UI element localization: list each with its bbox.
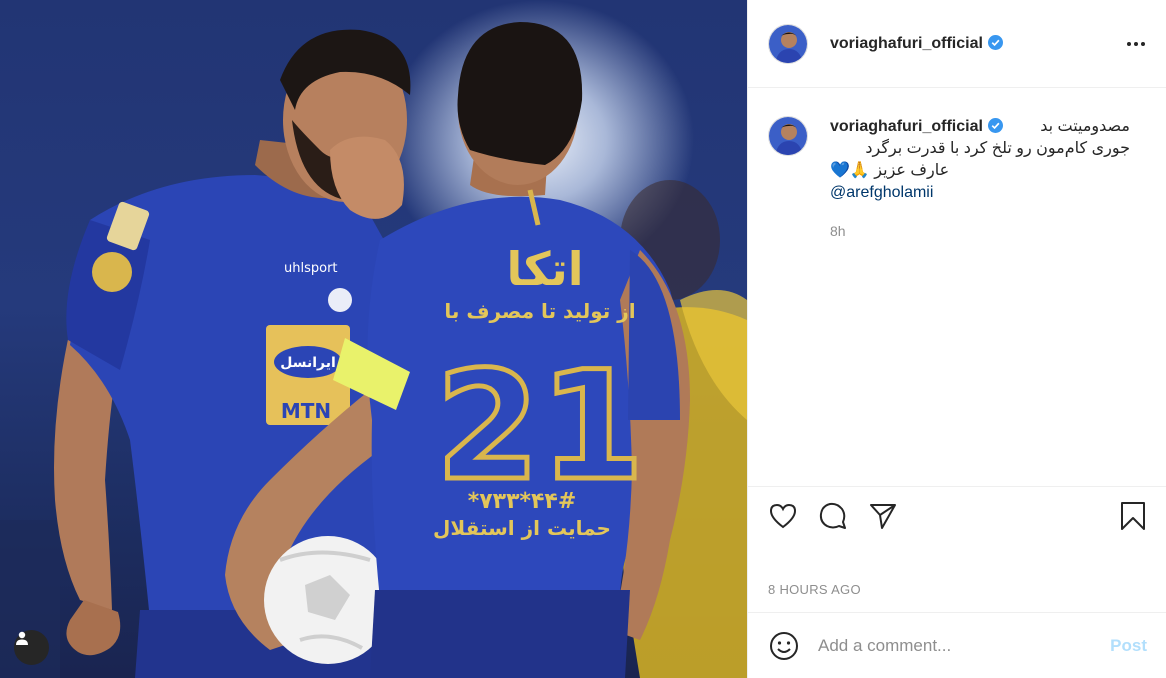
- caption-mention-link[interactable]: @arefgholamii: [830, 184, 933, 201]
- comments-section: voriaghafuri_official مصدومیتت بد جوری ک…: [748, 88, 1166, 486]
- more-options-button[interactable]: [1124, 32, 1148, 56]
- save-button[interactable]: [1118, 501, 1148, 531]
- caption-username[interactable]: voriaghafuri_official: [830, 116, 1003, 138]
- add-comment-section: Post: [748, 612, 1166, 678]
- jersey-sponsor-line: از تولید تا مصرف با: [444, 299, 635, 323]
- emoji-icon: [770, 631, 798, 660]
- bookmark-icon: [1121, 502, 1145, 530]
- emoji-button[interactable]: [768, 630, 800, 662]
- avatar[interactable]: [768, 23, 808, 64]
- caption-line-3: عارف عزیز 🙏💙: [830, 162, 950, 179]
- post-actions: [748, 486, 1166, 546]
- more-dot: [1134, 42, 1138, 46]
- jersey-phone: *۷۳۳*۴۴#: [468, 489, 577, 514]
- more-dot: [1141, 42, 1145, 46]
- caption-first-line: voriaghafuri_official مصدومیتت بد: [830, 116, 1130, 138]
- jersey-support-text: حمایت از استقلال: [433, 516, 611, 540]
- jersey-brand: uhlsport: [284, 261, 338, 276]
- caption-row: voriaghafuri_official مصدومیتت بد جوری ک…: [768, 116, 1147, 242]
- caption-line-1: مصدومیتت بد: [1040, 118, 1130, 135]
- user-icon: [16, 631, 28, 645]
- jersey-number: 21: [436, 340, 645, 514]
- jersey-mtn: MTN: [281, 399, 331, 423]
- comment-input[interactable]: [818, 635, 1088, 656]
- heart-icon: [769, 503, 797, 529]
- header-username[interactable]: voriaghafuri_official: [830, 34, 1003, 53]
- caption-username-text[interactable]: voriaghafuri_official: [830, 118, 983, 135]
- post-photo-illustration: ایرانسل MTN uhlsport اتکا از تولید تا مص…: [0, 22, 747, 678]
- post-header: voriaghafuri_official: [748, 0, 1166, 88]
- send-icon: [870, 504, 896, 529]
- more-dot: [1127, 42, 1131, 46]
- comment-icon: [819, 502, 846, 529]
- comment-button[interactable]: [818, 501, 848, 531]
- verified-badge-icon: [987, 118, 1003, 133]
- jersey-sponsor-chest: ایرانسل: [280, 355, 336, 371]
- caption-avatar[interactable]: [768, 116, 808, 156]
- caption-line-2: جوری کام‌مون رو تلخ کرد با قدرت برگرد: [865, 140, 1130, 157]
- post-timestamp[interactable]: 8 HOURS AGO: [768, 582, 861, 597]
- post-comment-button[interactable]: Post: [1110, 636, 1147, 656]
- post-side-panel: voriaghafuri_official voriaghafuri_offic…: [747, 0, 1166, 678]
- avatar-image: [769, 117, 807, 155]
- post-image[interactable]: ایرانسل MTN uhlsport اتکا از تولید تا مص…: [0, 0, 747, 678]
- verified-badge-icon: [987, 34, 1003, 50]
- caption-time[interactable]: 8h: [830, 220, 1130, 242]
- caption-body: voriaghafuri_official مصدومیتت بد جوری ک…: [830, 116, 1130, 242]
- avatar-image: [769, 24, 807, 63]
- jersey-sponsor-top: اتکا: [506, 242, 583, 296]
- tagged-users-button[interactable]: [14, 630, 49, 665]
- share-button[interactable]: [868, 501, 898, 531]
- like-button[interactable]: [768, 501, 798, 531]
- header-username-text[interactable]: voriaghafuri_official: [830, 35, 983, 52]
